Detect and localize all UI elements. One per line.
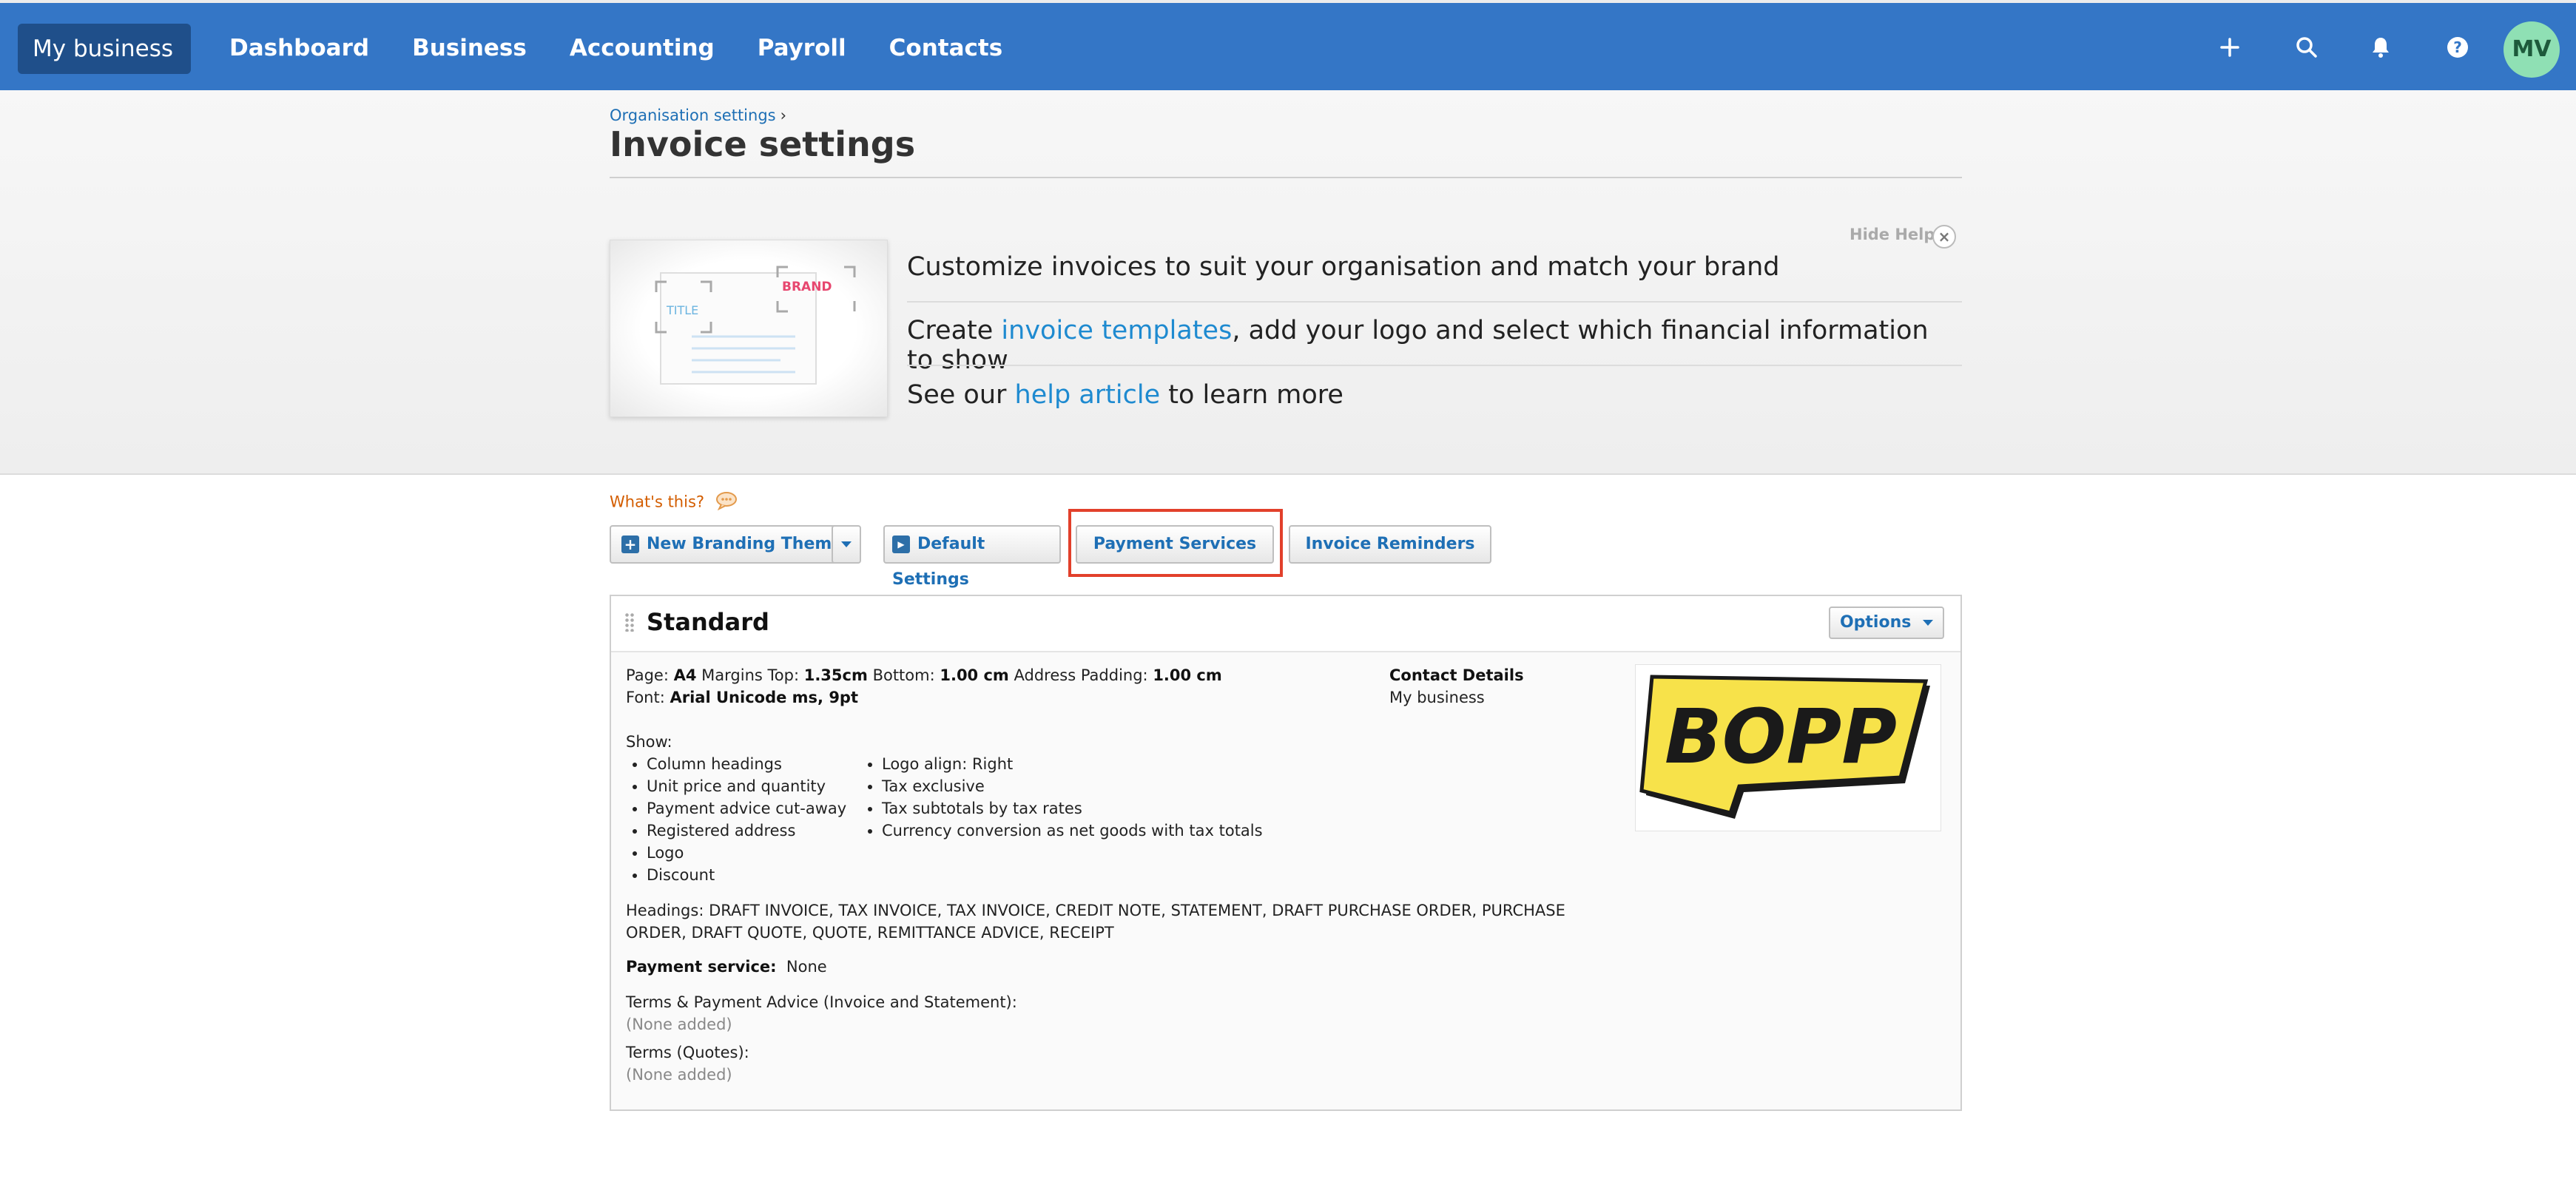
- list-item: Tax exclusive: [882, 775, 1263, 797]
- list-item: Payment advice cut-away: [647, 797, 846, 820]
- avatar[interactable]: MV: [2503, 21, 2560, 78]
- breadcrumb: Organisation settings ›: [610, 107, 786, 124]
- help-line-2: Create invoice templates, add your logo …: [907, 316, 1962, 375]
- svg-text:?: ?: [2453, 38, 2462, 56]
- new-branding-theme-label: New Branding Theme: [647, 535, 843, 553]
- business-switcher[interactable]: My business: [18, 24, 191, 104]
- chevron-down-icon: [841, 541, 852, 547]
- default-settings-button[interactable]: ▶ Default Settings: [883, 525, 1061, 589]
- title-divider: [610, 177, 1962, 178]
- list-item: Unit price and quantity: [647, 775, 846, 797]
- new-branding-theme-dropdown[interactable]: [832, 525, 861, 564]
- help-line-3: See our help article to learn more: [907, 380, 1962, 410]
- breadcrumb-organisation-settings[interactable]: Organisation settings: [610, 107, 776, 124]
- payment-service: Payment service: None: [626, 958, 827, 976]
- help-line-2-prefix: Create: [907, 316, 1002, 345]
- list-item: Tax subtotals by tax rates: [882, 797, 1263, 820]
- contact-details: Contact Details My business: [1389, 666, 1524, 706]
- thumb-brand-text: BRAND: [782, 280, 832, 294]
- nav-business[interactable]: Business: [412, 3, 527, 93]
- list-item: Column headings: [647, 753, 846, 775]
- hide-help-link[interactable]: Hide Help: [1850, 226, 1935, 243]
- invoice-reminders-button[interactable]: Invoice Reminders: [1289, 525, 1491, 564]
- help-icon[interactable]: ?: [2435, 25, 2480, 70]
- headings-list: Headings: DRAFT INVOICE, TAX INVOICE, TA…: [626, 902, 1565, 942]
- help-line-3-prefix: See our: [907, 380, 1015, 410]
- invoice-templates-link[interactable]: invoice templates: [1001, 316, 1232, 345]
- logo-text: BOPP: [1665, 693, 1897, 781]
- whats-this-label: What's this?: [610, 493, 705, 511]
- speech-bubble-icon: [715, 491, 738, 514]
- whats-this-link[interactable]: What's this?: [610, 491, 738, 514]
- terms-quotes: Terms (Quotes): (None added): [626, 1044, 749, 1084]
- close-icon[interactable]: ×: [1932, 225, 1956, 249]
- main-nav: Dashboard Business Accounting Payroll Co…: [229, 3, 1045, 93]
- business-switcher-label: My business: [33, 36, 174, 62]
- help-article-link[interactable]: help article: [1015, 380, 1161, 410]
- nav-payroll[interactable]: Payroll: [758, 3, 846, 93]
- show-label: Show:: [626, 733, 672, 751]
- help-line-3-suffix: to learn more: [1160, 380, 1343, 410]
- help-divider: [907, 301, 1962, 303]
- options-label: Options: [1839, 613, 1912, 632]
- play-icon: ▶: [892, 536, 910, 553]
- theme-name: Standard: [647, 608, 769, 636]
- top-nav-bar: My business Dashboard Business Accountin…: [0, 0, 2576, 104]
- nav-dashboard[interactable]: Dashboard: [229, 3, 369, 93]
- branding-theme-panel: Standard Options Page: A4 Margins Top: 1…: [610, 595, 1962, 1111]
- logo-image: BOPP: [1635, 664, 1941, 831]
- nav-contacts[interactable]: Contacts: [889, 3, 1003, 93]
- thumb-title-text: TITLE: [666, 303, 698, 317]
- page-settings: Page: A4 Margins Top: 1.35cm Bottom: 1.0…: [626, 666, 1222, 706]
- terms-invoice: Terms & Payment Advice (Invoice and Stat…: [626, 993, 1017, 1033]
- highlight-box: [1068, 509, 1283, 577]
- breadcrumb-separator: ›: [780, 107, 786, 124]
- list-item: Logo: [647, 842, 846, 864]
- nav-accounting[interactable]: Accounting: [570, 3, 715, 93]
- options-button[interactable]: Options: [1829, 607, 1944, 639]
- branding-theme-header: Standard Options: [611, 596, 1960, 652]
- list-item: Discount: [647, 864, 846, 886]
- plus-icon[interactable]: [2208, 25, 2252, 70]
- search-icon[interactable]: [2285, 25, 2329, 70]
- help-divider: [907, 365, 1962, 366]
- plus-icon: +: [621, 536, 639, 553]
- help-illustration: TITLE BRAND: [610, 240, 888, 417]
- list-item: Currency conversion as net goods with ta…: [882, 820, 1263, 842]
- chevron-down-icon: [1923, 620, 1934, 626]
- bell-icon[interactable]: [2358, 25, 2403, 70]
- new-branding-theme-button[interactable]: + New Branding Theme: [610, 525, 860, 564]
- header-band: [0, 90, 2576, 475]
- show-list-2: Logo align: Right Tax exclusive Tax subt…: [861, 753, 1263, 842]
- show-list-1: Column headings Unit price and quantity …: [626, 753, 846, 886]
- list-item: Logo align: Right: [882, 753, 1263, 775]
- drag-handle-icon[interactable]: [624, 612, 635, 632]
- page-title: Invoice settings: [610, 124, 916, 164]
- list-item: Registered address: [647, 820, 846, 842]
- help-line-1: Customize invoices to suit your organisa…: [907, 252, 1780, 282]
